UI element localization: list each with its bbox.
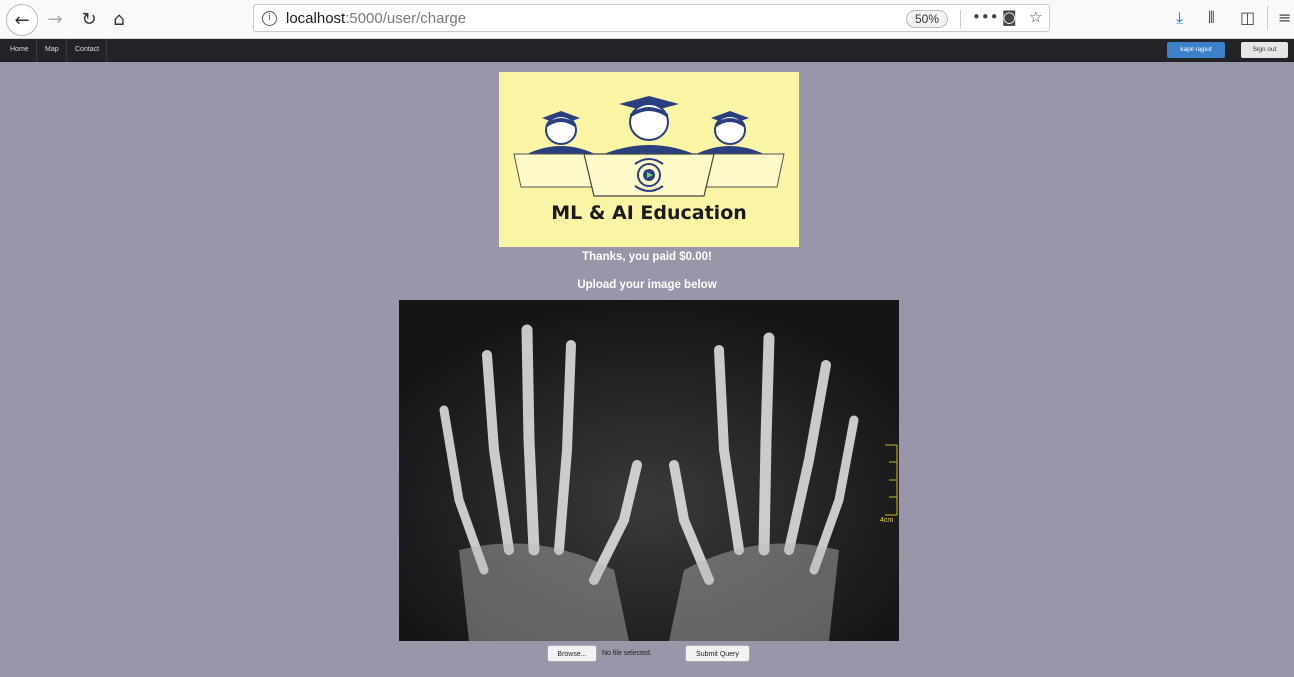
- site-info-icon[interactable]: i: [262, 11, 277, 26]
- menu-icon[interactable]: ≡: [1278, 8, 1291, 27]
- toolbar-divider: [1267, 6, 1268, 30]
- urlbar-divider: [960, 10, 961, 28]
- file-status-text: No file selected.: [602, 650, 652, 657]
- pocket-icon[interactable]: ◙: [1002, 8, 1017, 26]
- payment-message: Thanks, you paid $0.00!: [582, 251, 712, 263]
- logo-text: ML & AI Education: [551, 202, 747, 224]
- zoom-level[interactable]: 50%: [906, 10, 949, 28]
- logo: ML & AI Education: [499, 72, 799, 247]
- nav-link-contact[interactable]: Contact: [68, 39, 108, 62]
- nav-link-home[interactable]: Home: [3, 39, 37, 62]
- address-bar[interactable]: i localhost:5000/user/charge 50% ••• ◙ ☆: [253, 4, 1050, 32]
- reload-icon[interactable]: ↻: [74, 4, 104, 34]
- home-icon[interactable]: ⌂: [104, 4, 134, 34]
- browse-button[interactable]: Browse...: [547, 645, 597, 662]
- nav-link-map[interactable]: Map: [38, 39, 67, 62]
- sidebar-icon[interactable]: ◫: [1240, 8, 1255, 27]
- signout-button[interactable]: Sign out: [1241, 42, 1288, 58]
- xray-scale-label: 4cm: [880, 517, 894, 524]
- user-button[interactable]: kapil rajput: [1167, 42, 1225, 58]
- hand-xray-drawing: [399, 300, 899, 641]
- xray-image: 4cm: [399, 300, 899, 641]
- upload-prompt: Upload your image below: [577, 279, 717, 291]
- download-icon[interactable]: ⤓: [1176, 8, 1183, 28]
- back-arrow-icon[interactable]: ←: [6, 4, 38, 36]
- browser-toolbar: ← → ↻ ⌂ i localhost:5000/user/charge 50%…: [0, 0, 1294, 39]
- submit-query-button[interactable]: Submit Query: [685, 645, 750, 662]
- site-navbar: Home Map Contact kapil rajput Sign out: [0, 39, 1294, 62]
- url-text[interactable]: localhost:5000/user/charge: [286, 10, 466, 27]
- more-actions-icon[interactable]: •••: [972, 8, 999, 26]
- bookmark-star-icon[interactable]: ☆: [1029, 8, 1042, 26]
- forward-arrow-icon[interactable]: →: [40, 4, 70, 34]
- library-icon[interactable]: ⫴: [1208, 8, 1215, 28]
